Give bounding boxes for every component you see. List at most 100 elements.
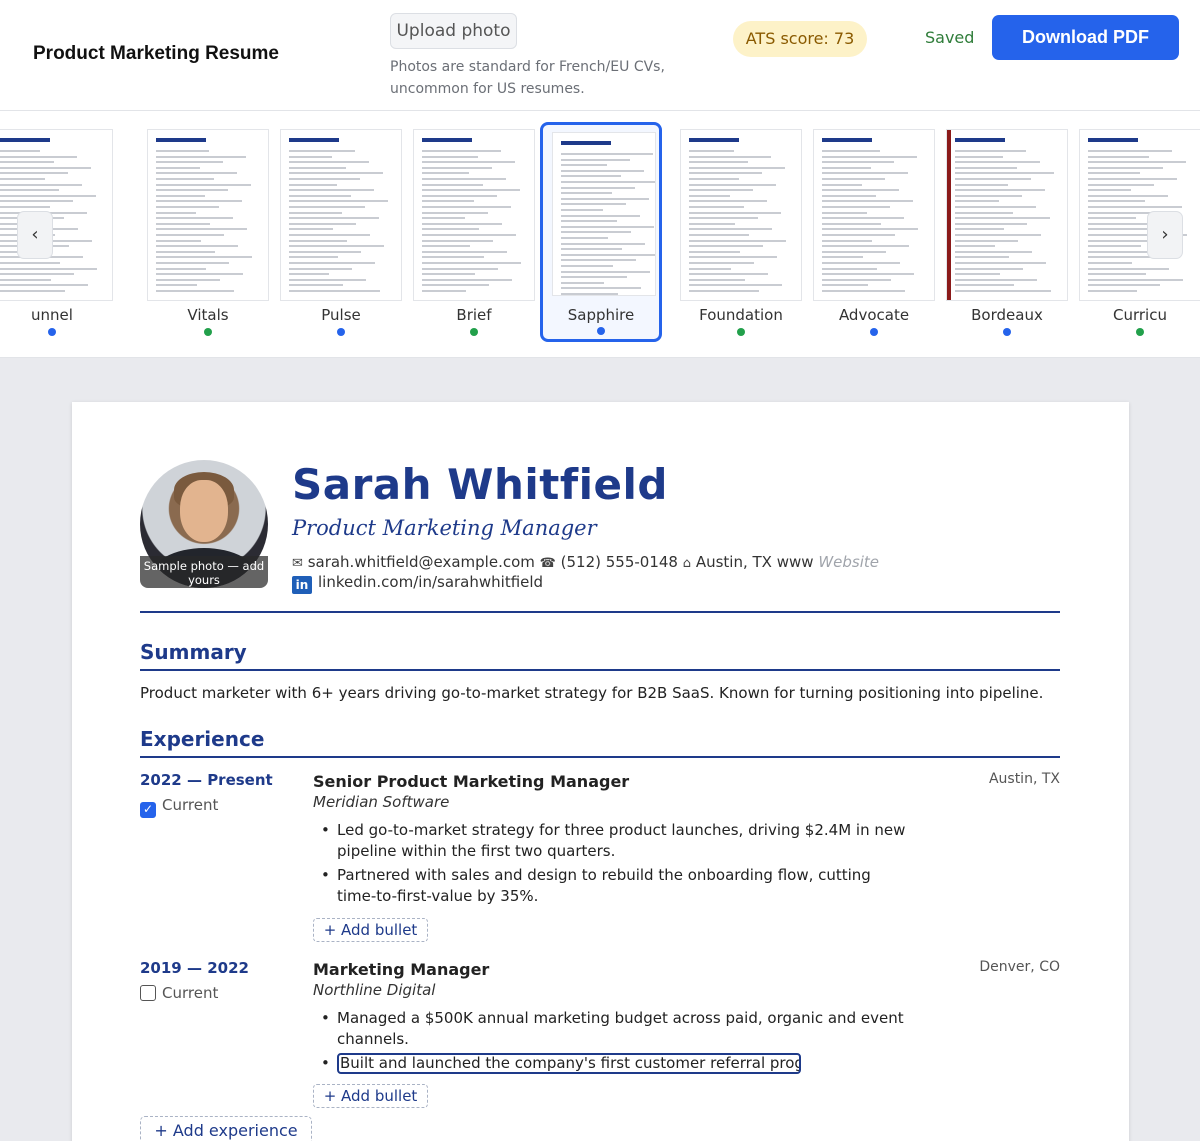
thumbnail-text-line [955,206,1036,208]
template-card-brief[interactable]: Brief [412,124,536,340]
thumbnail-text-line [0,278,51,281]
thumbnail-text-line [561,181,655,183]
template-name: unnel [31,306,73,324]
thumbnail-text-line [561,287,641,290]
resume-role[interactable]: Product Marketing Manager [292,516,597,540]
job-bullet[interactable]: Led go-to-market strategy for three prod… [313,820,913,862]
template-thumbnail [280,129,402,301]
template-name: Sapphire [567,306,635,324]
thumbnail-text-line [955,150,1026,152]
template-card-bordeaux[interactable]: Bordeaux [945,124,1069,340]
email-field[interactable]: sarah.whitfield@example.com [308,553,535,571]
thumbnail-text-line [156,183,251,186]
checkbox-checked-icon[interactable]: ✓ [140,802,156,818]
resume-name[interactable]: Sarah Whitfield [292,460,668,509]
template-card-sapphire[interactable]: Sapphire [540,122,662,342]
thumbnail-text-line [289,239,347,242]
thumbnail-text-line [156,194,205,197]
current-toggle[interactable]: Current [140,984,218,1002]
thumbnail-title-line [955,138,1005,142]
thumbnail-text-line [289,228,333,231]
thumbnail-text-line [156,155,246,158]
checkbox-unchecked-icon[interactable] [140,985,156,1001]
download-pdf-button[interactable]: Download PDF [992,15,1179,60]
job-location[interactable]: Denver, CO [979,959,1060,975]
carousel-prev-button[interactable]: ‹ [17,211,53,259]
thumbnail-text-line [822,222,881,225]
ats-score-badge[interactable]: ATS score: 73 [733,21,867,57]
thumbnail-text-line [955,239,1018,242]
thumbnail-text-line [1088,262,1132,264]
thumbnail-title-line [822,138,872,142]
thumbnail-text-line [156,217,233,220]
job-bullet[interactable]: Managed a $500K annual marketing budget … [313,1008,913,1050]
template-card-advocate[interactable]: Advocate [812,124,936,340]
thumbnail-text-line [422,290,466,292]
thumbnail-text-line [289,273,329,276]
thumbnail-text-line [822,234,895,236]
job-company[interactable]: Meridian Software [313,793,449,811]
job-bullet-editing[interactable]: Built and launched the company's first c… [313,1053,913,1074]
thumbnail-text-line [289,234,370,236]
thumbnail-text-line [561,186,635,189]
thumbnail-text-line [422,178,506,180]
linkedin-field[interactable]: linkedin.com/in/sarahwhitfield [318,573,543,591]
thumbnail-text-line [822,239,872,242]
thumbnail-text-line [0,183,82,186]
thumbnail-text-line [289,166,346,169]
thumbnail-text-line [422,222,502,225]
thumbnail-text-line [289,290,380,292]
job-location[interactable]: Austin, TX [989,771,1060,787]
job-title[interactable]: Senior Product Marketing Manager [313,772,629,791]
carousel-next-button[interactable]: › [1147,211,1183,259]
thumbnail-text-line [289,178,360,180]
job-dates[interactable]: 2022 — Present [140,771,273,789]
add-experience-button[interactable]: + Add experience [140,1116,312,1141]
template-card-vitals[interactable]: Vitals [146,124,270,340]
phone-field[interactable]: (512) 555-0148 [561,553,678,571]
job-bullet[interactable]: Partnered with sales and design to rebui… [313,865,913,907]
bullet-edit-input[interactable]: Built and launched the company's first c… [337,1053,801,1074]
template-thumbnail [813,129,935,301]
thumbnail-text-line [156,189,228,192]
thumbnail-text-line [289,222,356,225]
thumbnail-text-line [1088,228,1150,231]
template-card-foundation[interactable]: Foundation [679,124,803,340]
summary-text[interactable]: Product marketer with 6+ years driving g… [140,684,1043,702]
thumbnail-title-line [1088,138,1138,142]
thumbnail-text-line [289,150,355,152]
thumbnail-text-line [289,217,379,220]
thumbnail-text-line [561,293,618,295]
thumbnail-text-line [689,150,734,152]
current-toggle[interactable]: ✓ Current [140,796,218,818]
thumbnail-text-line [422,273,475,276]
upload-photo-button[interactable]: Upload photo [390,13,517,49]
thumbnail-text-line [822,161,894,164]
job-dates[interactable]: 2019 — 2022 [140,959,249,977]
job-company[interactable]: Northline Digital [313,981,435,999]
website-field[interactable]: Website [818,553,879,571]
summary-divider [140,669,1060,671]
template-status-dot [470,328,478,336]
thumbnail-text-line [561,237,608,239]
thumbnail-text-line [561,164,607,167]
thumbnail-text-line [1088,267,1169,270]
thumbnail-text-line [689,228,772,231]
thumbnail-text-line [822,228,918,231]
template-card-pulse[interactable]: Pulse [279,124,403,340]
thumbnail-accent-bar [947,130,951,300]
thumbnail-text-line [422,189,520,192]
thumbnail-text-line [289,245,384,248]
job-bullets: Managed a $500K annual marketing budget … [313,1008,913,1077]
thumbnail-title-line [561,141,611,145]
add-bullet-button[interactable]: + Add bullet [313,918,428,942]
thumbnail-text-line [822,189,899,192]
thumbnail-text-line [689,273,768,276]
thumbnail-text-line [955,278,1037,281]
experience-divider [140,756,1060,758]
add-bullet-button[interactable]: + Add bullet [313,1084,428,1108]
thumbnail-text-line [156,172,237,175]
location-field[interactable]: Austin, TX [696,553,772,571]
job-title[interactable]: Marketing Manager [313,960,489,979]
document-title[interactable]: Product Marketing Resume [33,43,279,65]
